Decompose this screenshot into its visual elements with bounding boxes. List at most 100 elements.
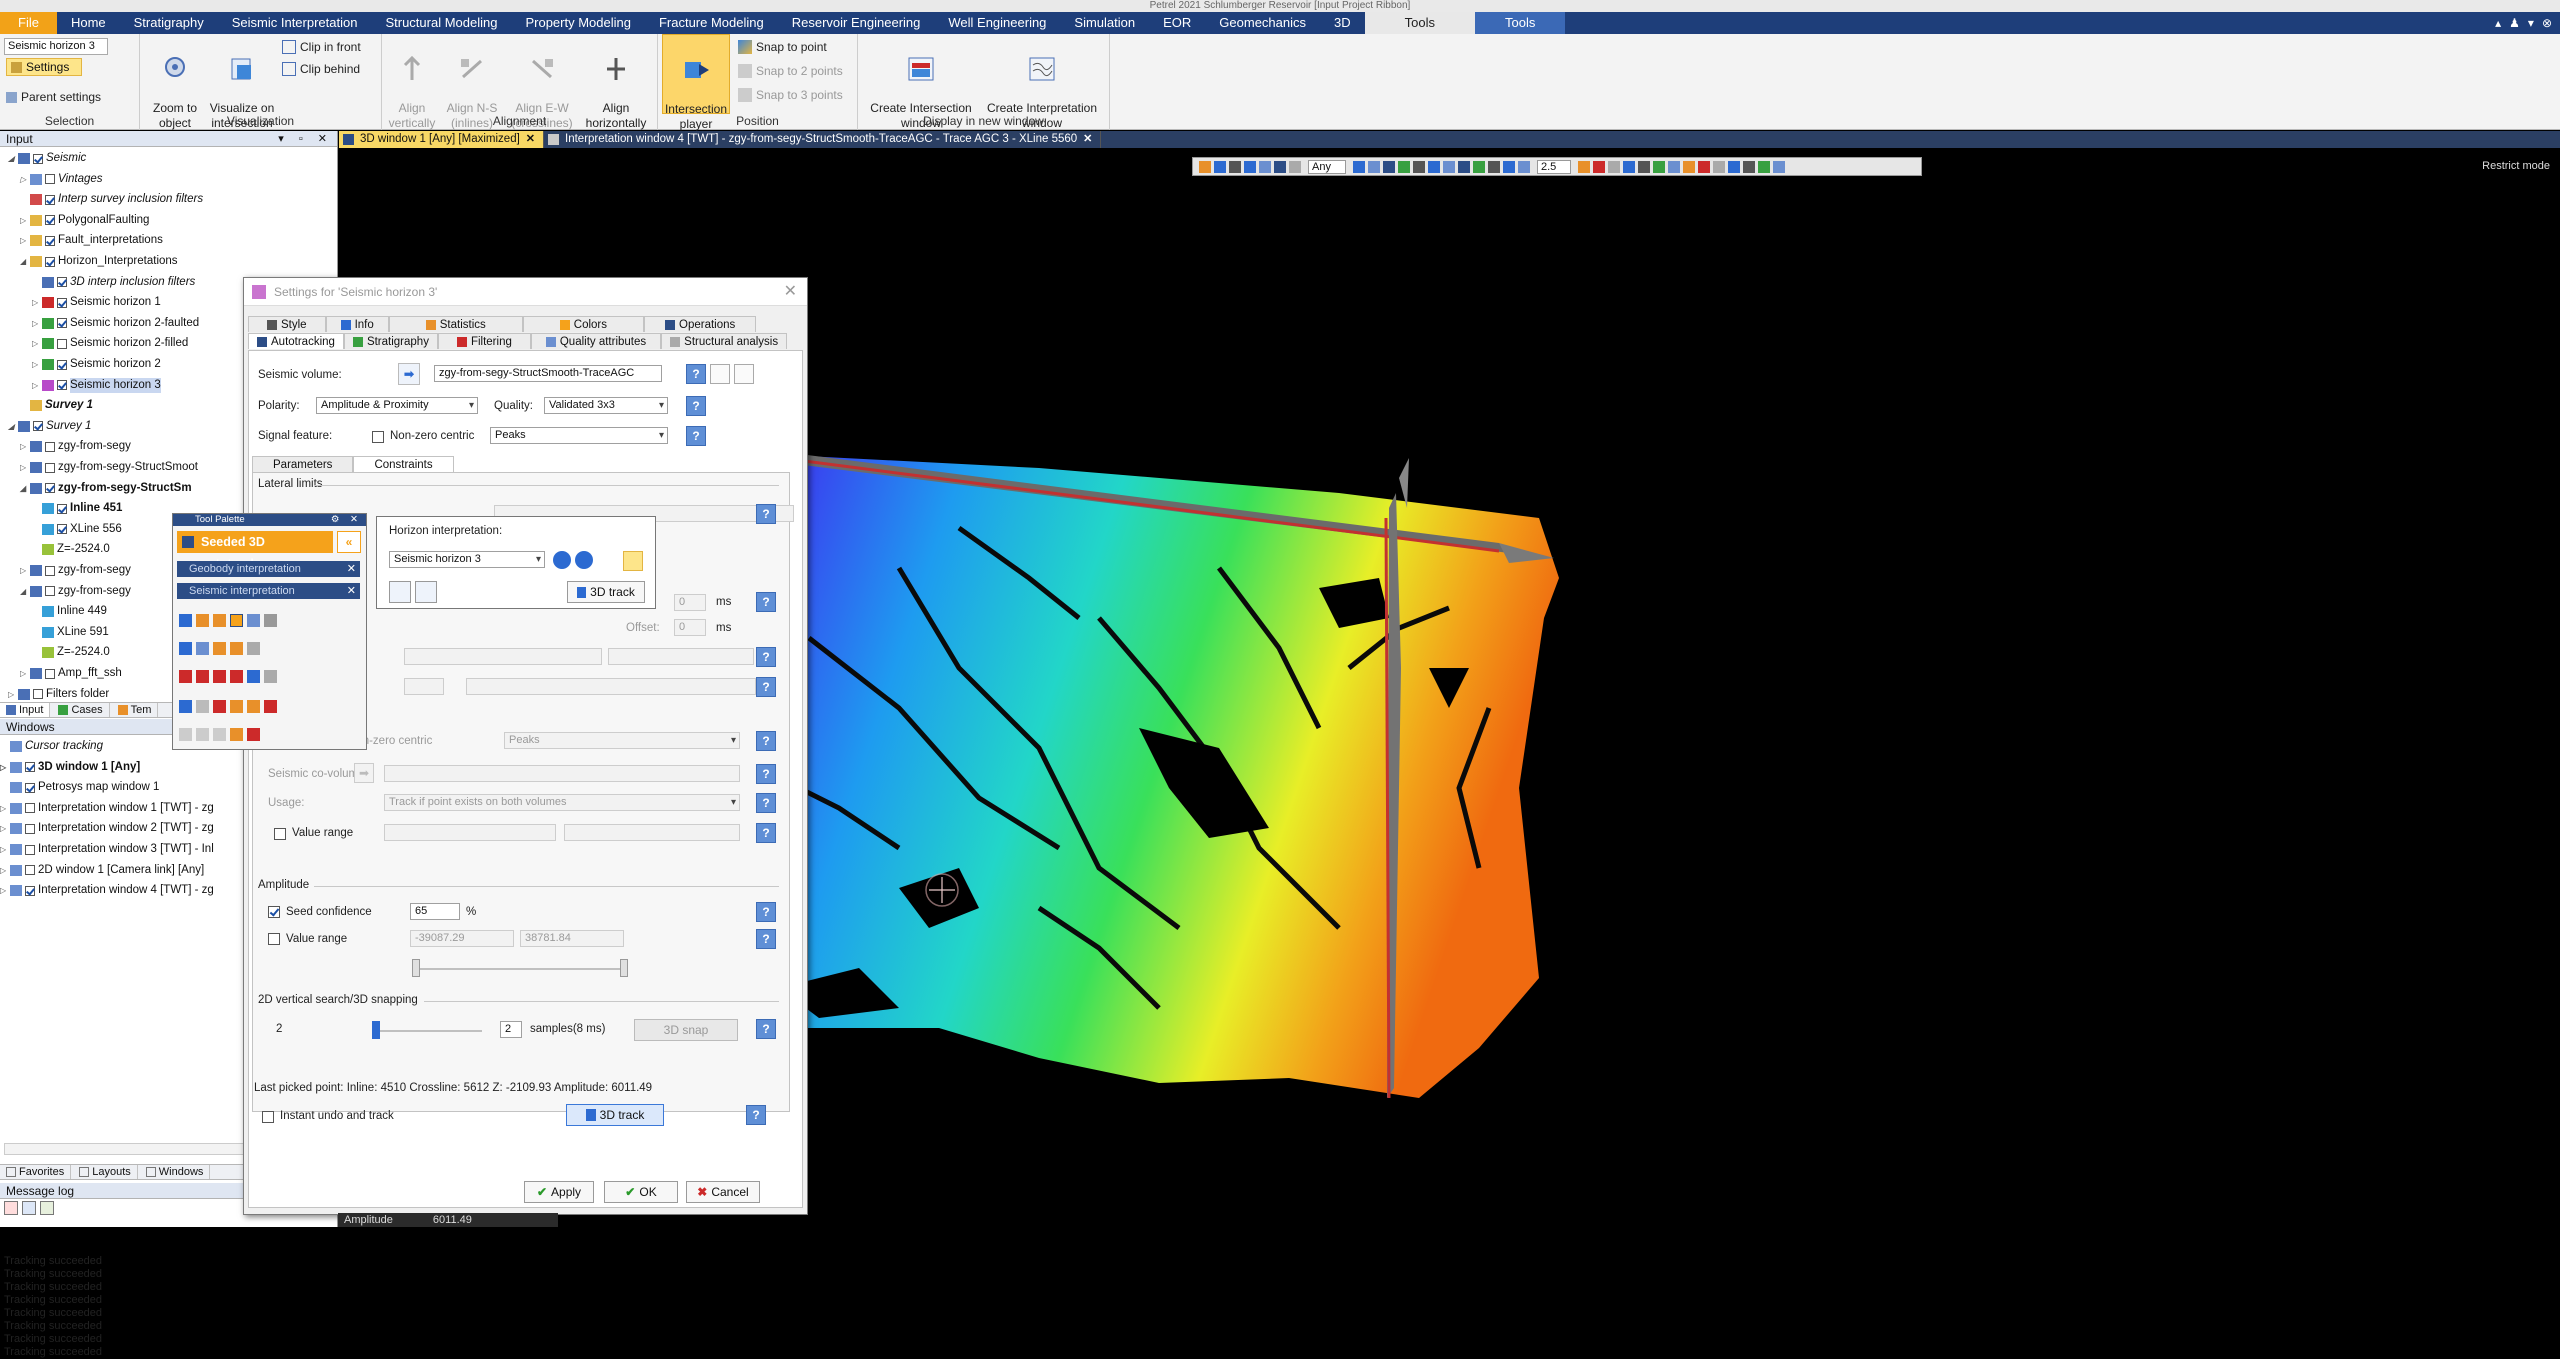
input-tree-row[interactable]: Interp survey inclusion filters: [20, 192, 203, 207]
visibility-checkbox[interactable]: [45, 483, 55, 494]
panel-tab-tem[interactable]: Tem: [112, 703, 159, 717]
new-doc-icon[interactable]: [710, 364, 730, 384]
signal-feature-2-help-button[interactable]: ?: [756, 731, 776, 751]
input-tree-row[interactable]: ◢ zgy-from-segy: [20, 584, 131, 599]
volume-arrow-disabled[interactable]: [404, 678, 444, 695]
view-tool-4-icon[interactable]: [1244, 160, 1256, 173]
dialog-tab-style[interactable]: Style: [248, 316, 326, 332]
input-tree-row[interactable]: ▷ zgy-from-segy: [20, 439, 131, 454]
expander-icon[interactable]: ▷: [20, 666, 27, 681]
visibility-checkbox[interactable]: [57, 359, 67, 370]
parent-settings-button[interactable]: Parent settings: [6, 90, 101, 104]
horizon-interpretation-combo[interactable]: Seismic horizon 3: [389, 551, 545, 568]
expander-icon[interactable]: ◢: [20, 584, 27, 599]
input-tree-row[interactable]: Survey 1: [20, 398, 93, 413]
seismic-volume-help-button[interactable]: ?: [686, 364, 706, 384]
lateral-limits-help-button[interactable]: ?: [756, 504, 776, 524]
amp-range-min-field[interactable]: -39087.29: [410, 930, 514, 947]
snap-tool-icon[interactable]: [247, 670, 260, 683]
expander-icon[interactable]: ▷: [20, 563, 27, 578]
expander-icon[interactable]: ◢: [8, 151, 15, 166]
seismic-interp-close-icon[interactable]: ✕: [347, 583, 356, 599]
seismic-interpretation-section[interactable]: Seismic interpretation ✕: [177, 583, 360, 599]
disabled-tool-2-icon[interactable]: [196, 728, 209, 741]
input-tree-row[interactable]: Z=-2524.0: [32, 645, 110, 660]
visibility-checkbox[interactable]: [57, 503, 67, 514]
subtab-constraints[interactable]: Constraints: [353, 456, 454, 473]
view-extra-8-icon[interactable]: [1683, 160, 1696, 173]
snap-to-3-points-button[interactable]: Snap to 3 points: [738, 88, 843, 102]
visibility-checkbox[interactable]: [33, 689, 43, 700]
delete-tool-icon[interactable]: [179, 670, 192, 683]
view-extra-3-icon[interactable]: [1608, 160, 1621, 173]
quality-combo[interactable]: Validated 3x3: [544, 397, 668, 414]
expander-icon[interactable]: ▷: [32, 295, 39, 310]
expander-icon[interactable]: ▷: [32, 357, 39, 372]
signal-feature-help-button[interactable]: ?: [686, 426, 706, 446]
subtab-parameters[interactable]: Parameters: [252, 456, 354, 473]
apply-button[interactable]: ✔ Apply: [524, 1181, 594, 1203]
merge-tool-icon[interactable]: [230, 642, 243, 655]
view-extra-1-icon[interactable]: [1578, 160, 1591, 173]
dialog-tab-info[interactable]: Info: [325, 316, 389, 332]
seismic-volume-field[interactable]: zgy-from-segy-StructSmooth-TraceAGC: [434, 365, 662, 382]
dialog-tab-filtering[interactable]: Filtering: [437, 333, 531, 349]
windows-tree-row[interactable]: ▷ Interpretation window 2 [TWT] - zg: [0, 821, 214, 836]
flyout-tool-a-icon[interactable]: [389, 581, 411, 603]
expander-icon[interactable]: ▷: [0, 760, 7, 775]
view-tool-2-icon[interactable]: [1214, 160, 1226, 173]
visibility-checkbox[interactable]: [57, 318, 67, 329]
selection-combo[interactable]: Seismic horizon 3: [4, 38, 108, 55]
menu-item-eor[interactable]: EOR: [1149, 12, 1205, 34]
menu-item-tools[interactable]: Tools: [1364, 12, 1475, 34]
co-volume-drop-icon[interactable]: ➡: [354, 763, 374, 783]
view-extra-14-icon[interactable]: [1773, 160, 1786, 173]
input-tree-row[interactable]: ▷ Filters folder: [8, 687, 109, 702]
value-range-min-field[interactable]: [384, 824, 556, 841]
view-nav-6-icon[interactable]: [1427, 160, 1440, 173]
input-tree-row[interactable]: Inline 449: [32, 604, 107, 619]
fault-tool-icon[interactable]: [179, 642, 192, 655]
input-tree-row[interactable]: ▷ Seismic horizon 2: [32, 357, 161, 372]
view-nav-9-icon[interactable]: [1472, 160, 1485, 173]
windows-tree-row[interactable]: ▷ 2D window 1 [Camera link] [Any]: [0, 863, 204, 878]
view-extra-10-icon[interactable]: [1713, 160, 1726, 173]
visibility-checkbox[interactable]: [33, 153, 43, 164]
expander-icon[interactable]: ▷: [0, 842, 7, 857]
visibility-checkbox[interactable]: [57, 338, 67, 349]
dialog-tab-operations[interactable]: Operations: [644, 316, 757, 332]
input-tree-row[interactable]: ◢ Survey 1: [8, 419, 91, 434]
zoom-combo[interactable]: 2.5: [1536, 159, 1572, 174]
view-extra-13-icon[interactable]: [1758, 160, 1771, 173]
view-tool-7-icon[interactable]: [1289, 160, 1301, 173]
input-tree-row[interactable]: ▷ Fault_interpretations: [20, 233, 163, 248]
menu-item-stratigraphy[interactable]: Stratigraphy: [120, 12, 218, 34]
menu-item-simulation[interactable]: Simulation: [1060, 12, 1149, 34]
flag-icon[interactable]: [264, 700, 277, 713]
disabled-tool-1-icon[interactable]: [179, 728, 192, 741]
expander-icon[interactable]: ▷: [32, 316, 39, 331]
menu-item-tools[interactable]: Tools: [1475, 12, 1566, 34]
measure-tool-icon[interactable]: [264, 670, 277, 683]
view-mode-combo[interactable]: Any: [1308, 159, 1346, 174]
visibility-checkbox[interactable]: [45, 174, 55, 185]
expander-icon[interactable]: ▷: [0, 863, 7, 878]
input-tree-row[interactable]: ▷ zgy-from-segy-StructSmoot: [20, 460, 198, 475]
visibility-checkbox[interactable]: [45, 235, 55, 246]
clip-in-front-button[interactable]: Clip in front: [282, 40, 361, 54]
pick-tool-icon[interactable]: [179, 614, 192, 627]
amp-range-max-field[interactable]: 38781.84: [520, 930, 624, 947]
amp-range-slider-track[interactable]: [416, 968, 626, 970]
input-tree-row[interactable]: 3D interp inclusion filters: [32, 275, 195, 290]
value-range-2-checkbox[interactable]: [268, 933, 280, 945]
view-nav-2-icon[interactable]: [1367, 160, 1380, 173]
input-tree-row[interactable]: ▷ Vintages: [20, 172, 103, 187]
co-volume-top-help-button[interactable]: ?: [756, 677, 776, 697]
input-tree-row[interactable]: Z=-2524.0: [32, 542, 110, 557]
doc-tab-2[interactable]: Interpretation window 4 [TWT] - zgy-from…: [544, 131, 1102, 148]
max-vertical-slider-track[interactable]: [372, 1030, 482, 1032]
seismic-co-volume-field[interactable]: [384, 765, 740, 782]
input-tree-row[interactable]: ▷ Seismic horizon 2-filled: [32, 336, 188, 351]
doc-tab-close-icon[interactable]: ✕: [1083, 131, 1092, 148]
usage-help-button[interactable]: ?: [756, 793, 776, 813]
